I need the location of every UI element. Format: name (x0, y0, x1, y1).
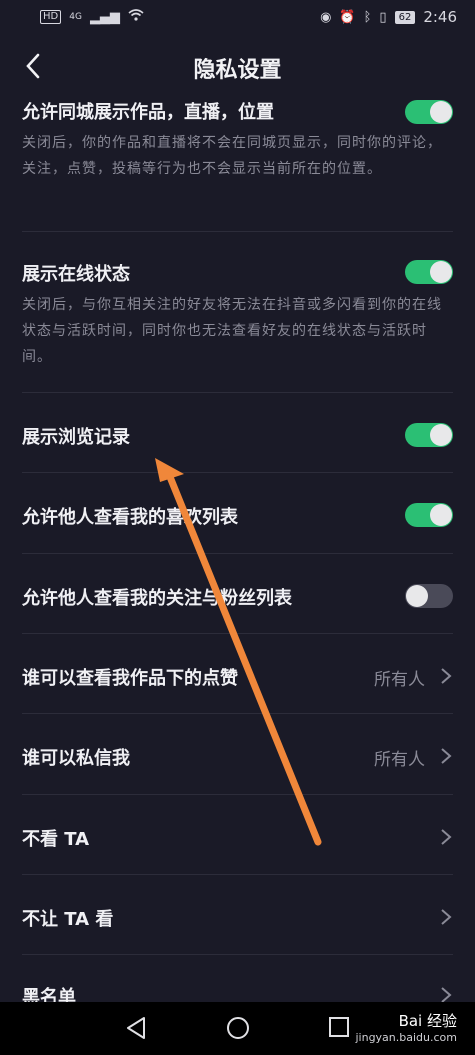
home-circle-icon[interactable] (226, 1016, 250, 1040)
online-status-toggle[interactable] (405, 260, 453, 284)
setting-title: 谁可以私信我 (22, 748, 130, 769)
toggle-knob (430, 261, 452, 283)
signal-label: 4G (69, 12, 82, 22)
network-badge: HD (40, 10, 62, 24)
setting-title: 允许他人查看我的关注与粉丝列表 (22, 588, 292, 609)
setting-title: 不让 TA 看 (22, 909, 114, 930)
setting-title: 谁可以查看我作品下的点赞 (22, 668, 238, 689)
nav-bar: 隐私设置 (0, 34, 475, 98)
setting-title: 不看 TA (22, 829, 90, 850)
likes-list-toggle[interactable] (405, 503, 453, 527)
vibrate-icon: ▯ (379, 9, 387, 25)
browse-history-toggle[interactable] (405, 423, 453, 447)
system-nav-bar: Bai 经验 jingyan.baidu.com (0, 1002, 475, 1055)
setting-row-follow-list: 允许他人查看我的关注与粉丝列表 (0, 554, 475, 634)
toggle-knob (430, 424, 452, 446)
chevron-right-icon (441, 748, 452, 764)
eye-icon: ◉ (320, 9, 332, 25)
follow-list-toggle[interactable] (405, 584, 453, 608)
chevron-right-icon (441, 909, 452, 925)
setting-row-browse-history: 展示浏览记录 (0, 393, 475, 473)
setting-row-likes-list: 允许他人查看我的喜欢列表 (0, 473, 475, 554)
setting-description: 关闭后，与你互相关注的好友将无法在抖音或多闪看到你的在线状态与活跃时间，同时你也… (22, 297, 442, 365)
toggle-knob (430, 101, 452, 123)
chevron-right-icon (441, 829, 452, 845)
nearby-toggle[interactable] (405, 100, 453, 124)
setting-title: 展示浏览记录 (22, 427, 130, 448)
watermark-url: jingyan.baidu.com (355, 1031, 457, 1044)
recents-square-icon[interactable] (328, 1016, 350, 1038)
page-title: 隐私设置 (193, 58, 282, 83)
watermark-brand: Bai 经验 (398, 1012, 457, 1030)
setting-title: 允许同城展示作品，直播，位置 (22, 102, 274, 123)
setting-description: 关闭后，你的作品和直播将不会在同城页显示，同时你的评论，关注，点赞，投稿等行为也… (22, 135, 442, 177)
signal-icon: ▂▄▆ (89, 9, 120, 25)
toggle-knob (430, 504, 452, 526)
clock: 2:46 (423, 8, 457, 26)
setting-row-nearby: 允许同城展示作品，直播，位置 关闭后，你的作品和直播将不会在同城页显示，同时你的… (0, 90, 475, 232)
setting-title: 允许他人查看我的喜欢列表 (22, 507, 238, 528)
chevron-right-icon (441, 668, 452, 684)
setting-row-online-status: 展示在线状态 关闭后，与你互相关注的好友将无法在抖音或多闪看到你的在线状态与活跃… (0, 232, 475, 393)
toggle-knob (406, 585, 428, 607)
setting-row-not-see[interactable]: 不看 TA (0, 795, 475, 875)
watermark: Bai 经验 jingyan.baidu.com (355, 1010, 457, 1044)
status-bar: HD 4G ▂▄▆ ◉ ⏰ ᛒ ▯ 62 2:46 (0, 0, 475, 34)
battery-indicator: 62 (394, 10, 416, 24)
bluetooth-icon: ᛒ (363, 9, 372, 25)
back-triangle-icon[interactable] (125, 1016, 147, 1040)
setting-title: 展示在线状态 (22, 264, 130, 285)
setting-row-hide-from[interactable]: 不让 TA 看 (0, 875, 475, 955)
setting-value: 所有人 (374, 750, 425, 770)
wifi-icon (128, 9, 144, 25)
setting-row-dm-permission[interactable]: 谁可以私信我 所有人 (0, 714, 475, 795)
settings-list: 允许同城展示作品，直播，位置 关闭后，你的作品和直播将不会在同城页显示，同时你的… (0, 90, 475, 1035)
setting-value: 所有人 (374, 670, 425, 690)
setting-row-likes-visibility[interactable]: 谁可以查看我作品下的点赞 所有人 (0, 634, 475, 714)
alarm-icon: ⏰ (339, 9, 356, 25)
